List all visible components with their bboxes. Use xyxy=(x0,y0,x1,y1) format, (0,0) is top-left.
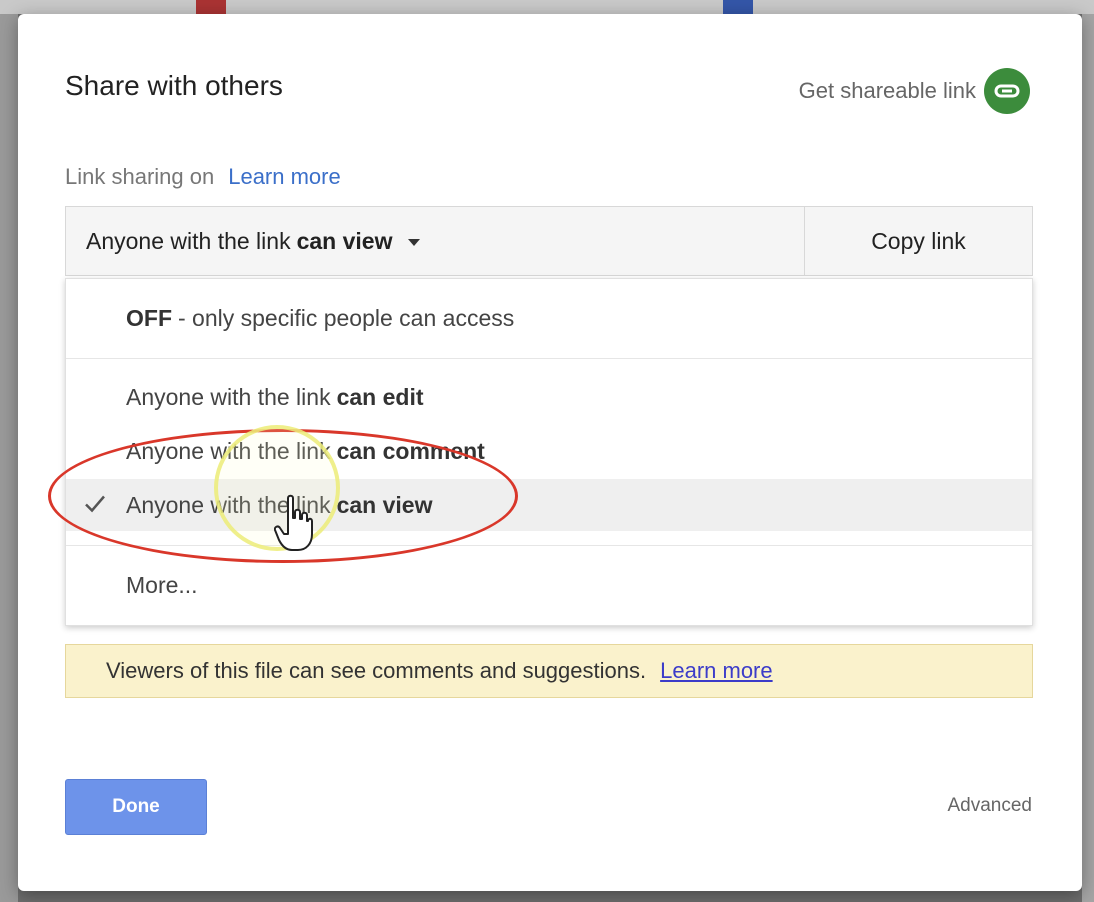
copy-link-button[interactable]: Copy link xyxy=(804,207,1032,275)
menu-divider xyxy=(66,358,1032,359)
access-level-row: Anyone with the link can view Copy link xyxy=(65,206,1033,276)
chevron-down-icon xyxy=(408,238,421,246)
background-tab-icon xyxy=(196,0,226,14)
learn-more-link[interactable]: Learn more xyxy=(228,164,341,189)
menu-item-can-edit[interactable]: Anyone with the link can edit xyxy=(66,371,1032,423)
menu-item-more[interactable]: More... xyxy=(66,559,1032,611)
menu-item-prefix: Anyone with the link xyxy=(126,437,331,464)
menu-item-off-text: - only specific people can access xyxy=(178,304,515,331)
menu-item-prefix: Anyone with the link xyxy=(126,383,331,410)
access-level-value: can view xyxy=(296,227,393,254)
menu-divider xyxy=(66,545,1032,546)
get-shareable-link-button[interactable]: Get shareable link xyxy=(799,68,1030,114)
background-page xyxy=(0,14,18,902)
menu-item-bold: can comment xyxy=(336,437,485,464)
advanced-link[interactable]: Advanced xyxy=(947,795,1032,817)
viewers-notice-banner: Viewers of this file can see comments an… xyxy=(65,644,1033,698)
menu-item-off-bold: OFF xyxy=(126,304,172,331)
link-sharing-status: Link sharing on Learn more xyxy=(65,164,341,190)
access-level-menu: OFF - only specific people can access Any… xyxy=(65,278,1033,626)
check-icon xyxy=(84,492,106,519)
background-page xyxy=(1082,14,1094,902)
background-tab-icon xyxy=(723,0,753,14)
notice-learn-more-link[interactable]: Learn more xyxy=(660,658,773,684)
menu-item-bold: can view xyxy=(336,491,433,518)
menu-item-off[interactable]: OFF - only specific people can access xyxy=(66,279,1032,357)
access-level-prefix: Anyone with the link xyxy=(86,227,291,254)
access-level-dropdown[interactable]: Anyone with the link can view xyxy=(66,207,806,275)
done-button[interactable]: Done xyxy=(65,779,207,835)
menu-item-bold: can edit xyxy=(336,383,424,410)
share-dialog: Share with others Get shareable link Lin… xyxy=(18,14,1082,891)
background-browser-strip xyxy=(0,0,1094,14)
menu-item-prefix: Anyone with the link xyxy=(126,491,331,518)
menu-item-can-view[interactable]: Anyone with the link can view xyxy=(66,479,1032,531)
notice-text: Viewers of this file can see comments an… xyxy=(106,658,647,683)
get-shareable-link-label: Get shareable link xyxy=(798,78,976,103)
link-icon[interactable] xyxy=(984,68,1030,114)
link-sharing-status-text: Link sharing on xyxy=(65,164,215,189)
menu-item-can-comment[interactable]: Anyone with the link can comment xyxy=(66,425,1032,477)
dialog-title: Share with others xyxy=(65,70,283,101)
